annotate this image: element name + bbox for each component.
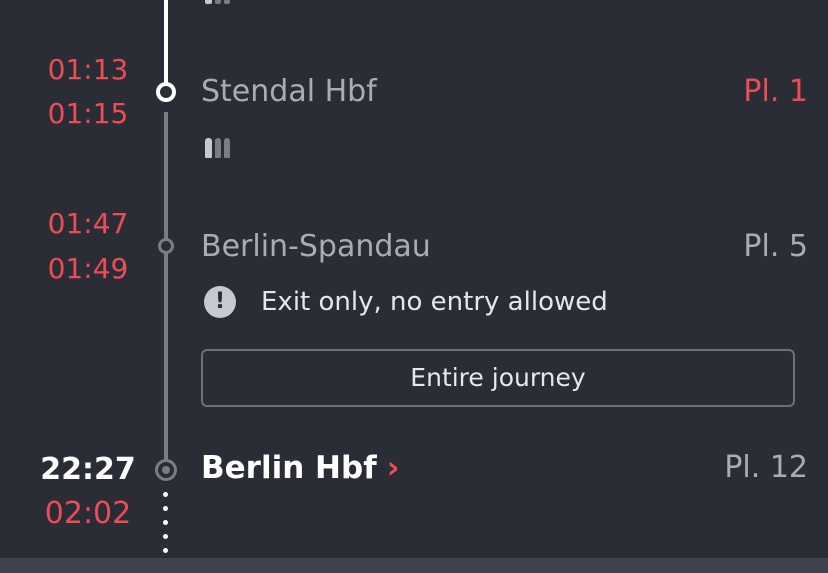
timeline-line-passed <box>164 0 168 90</box>
stop-node <box>158 238 174 254</box>
timeline-dot <box>163 548 168 553</box>
timeline-line-upcoming <box>164 112 168 464</box>
arrival-time: 01:13 <box>47 53 129 86</box>
arrival-time: 01:47 <box>47 207 129 240</box>
info-icon: ! <box>204 286 236 318</box>
station-name[interactable]: Stendal Hbf <box>201 77 377 107</box>
timeline-dot <box>163 492 168 497</box>
chevron-right-icon: › <box>386 450 400 486</box>
destination-station-name: Berlin Hbf <box>201 450 377 486</box>
platform-label: Pl. 5 <box>743 229 808 264</box>
timeline-dot <box>163 520 168 525</box>
occupancy-icon <box>205 138 230 158</box>
departure-time: 01:49 <box>47 252 129 285</box>
occupancy-icon <box>205 0 230 4</box>
stop-node <box>156 82 176 102</box>
scheduled-arrival-time: 22:27 <box>40 452 136 487</box>
stop-notice: Exit only, no entry allowed <box>261 287 608 317</box>
timeline-dot <box>163 506 168 511</box>
entire-journey-button[interactable]: Entire journey <box>201 349 795 407</box>
destination-node-center <box>162 466 170 474</box>
station-name[interactable]: Berlin-Spandau <box>201 232 431 262</box>
departure-time: 01:15 <box>47 97 129 130</box>
destination-station-link[interactable]: Berlin Hbf › <box>201 453 399 484</box>
timeline-dot <box>163 534 168 539</box>
platform-label: Pl. 1 <box>743 74 808 109</box>
bottom-bar <box>0 558 828 573</box>
actual-arrival-time: 02:02 <box>44 496 132 531</box>
platform-label: Pl. 12 <box>724 450 808 485</box>
